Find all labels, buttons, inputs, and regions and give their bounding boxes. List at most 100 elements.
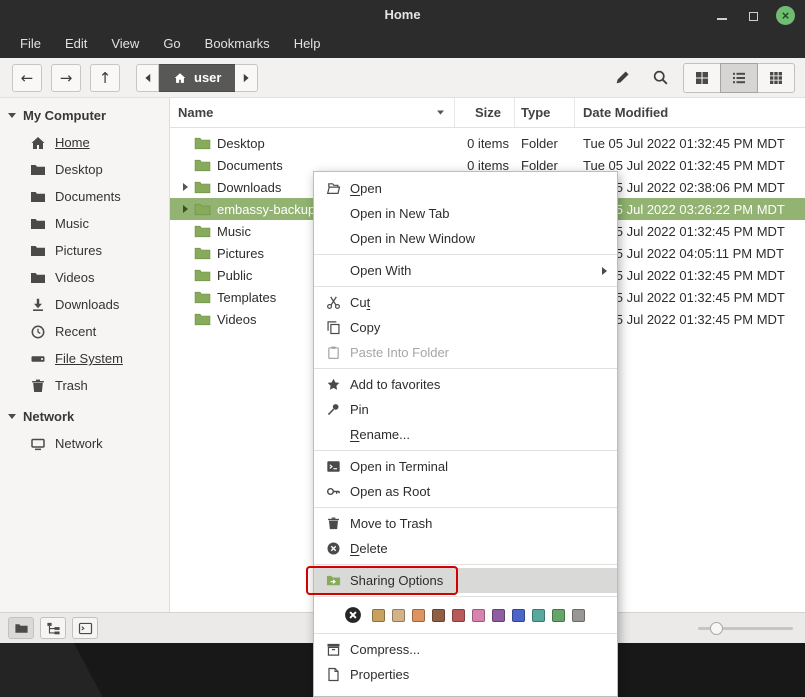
sidebar-item-pictures[interactable]: Pictures <box>0 237 169 264</box>
share-icon <box>324 573 342 589</box>
menu-item-cut[interactable]: Cut <box>314 290 617 315</box>
sidebar-item-label: Documents <box>55 189 121 204</box>
places-toggle-button[interactable] <box>8 617 34 639</box>
menu-item-open-as-root[interactable]: Open as Root <box>314 479 617 504</box>
breadcrumb-right-button[interactable] <box>235 64 258 92</box>
sidebar-item-file-system[interactable]: File System <box>0 345 169 372</box>
toggle-location-entry-icon <box>614 69 631 86</box>
menu-icon-slot <box>324 231 342 247</box>
sidebar-section-network[interactable]: Network <box>0 399 169 430</box>
menu-item-move-to-trash[interactable]: Move to Trash <box>314 511 617 536</box>
menubar-item-view[interactable]: View <box>99 30 151 58</box>
row-expander[interactable] <box>178 183 192 191</box>
sidebar-item-network[interactable]: Network <box>0 430 169 457</box>
compact-view-icon <box>768 70 784 86</box>
menu-item-label: Cut <box>350 295 370 310</box>
nav-buttons: ← → ↑ <box>12 64 120 92</box>
folder-color-swatch-7[interactable] <box>512 609 525 622</box>
icon-view-button[interactable] <box>683 63 721 93</box>
toggle-location-entry-button[interactable] <box>609 65 635 91</box>
sidebar-item-trash[interactable]: Trash <box>0 372 169 399</box>
menu-item-sharing-options[interactable]: Sharing Options <box>314 568 617 593</box>
trash-menu-icon <box>324 516 342 532</box>
icon-view-icon <box>694 70 710 86</box>
file-row-desktop[interactable]: Desktop0 itemsFolderTue 05 Jul 2022 01:3… <box>170 132 805 154</box>
trash-icon <box>30 378 46 394</box>
folder-green-icon <box>194 311 211 328</box>
menu-item-pin[interactable]: Pin <box>314 397 617 422</box>
column-header-label: Type <box>521 105 550 120</box>
folder-icon <box>30 243 46 259</box>
menu-item-open-in-terminal[interactable]: Open in Terminal <box>314 454 617 479</box>
folder-color-swatch-6[interactable] <box>492 609 505 622</box>
breadcrumb-segment-user[interactable]: user <box>159 64 235 92</box>
maximize-button[interactable] <box>745 7 761 23</box>
sidebar-item-videos[interactable]: Videos <box>0 264 169 291</box>
menubar-item-file[interactable]: File <box>8 30 53 58</box>
menu-item-delete[interactable]: Delete <box>314 536 617 561</box>
menu-item-paste-into-folder: Paste Into Folder <box>314 340 617 365</box>
sidebar-item-home[interactable]: Home <box>0 129 169 156</box>
zoom-knob[interactable] <box>710 622 723 635</box>
menu-item-open-in-new-window[interactable]: Open in New Window <box>314 226 617 251</box>
menubar-item-help[interactable]: Help <box>282 30 333 58</box>
menu-separator <box>314 286 617 287</box>
sidebar-item-music[interactable]: Music <box>0 210 169 237</box>
sidebar-section-my-computer[interactable]: My Computer <box>0 98 169 129</box>
menu-item-open-with[interactable]: Open With <box>314 258 617 283</box>
column-header-size[interactable]: Size <box>455 98 515 127</box>
compact-view-button[interactable] <box>757 63 795 93</box>
folder-color-swatch-8[interactable] <box>532 609 545 622</box>
menu-item-rename[interactable]: Rename... <box>314 422 617 447</box>
list-view-button[interactable] <box>720 63 758 93</box>
titlebar[interactable]: Home × <box>0 0 805 30</box>
menu-item-copy[interactable]: Copy <box>314 315 617 340</box>
menubar-item-go[interactable]: Go <box>151 30 192 58</box>
search-button[interactable] <box>647 65 673 91</box>
sidebar-item-desktop[interactable]: Desktop <box>0 156 169 183</box>
sort-desc-icon <box>435 107 446 118</box>
folder-green-icon <box>194 289 211 306</box>
menu-item-label: Open With <box>350 263 411 278</box>
recent-icon <box>30 324 46 340</box>
folder-color-swatch-9[interactable] <box>552 609 565 622</box>
folder-color-swatch-1[interactable] <box>392 609 405 622</box>
folder-color-swatch-3[interactable] <box>432 609 445 622</box>
sidebar-item-documents[interactable]: Documents <box>0 183 169 210</box>
menu-item-add-to-favorites[interactable]: Add to favorites <box>314 372 617 397</box>
folder-color-swatch-4[interactable] <box>452 609 465 622</box>
folder-color-swatch-0[interactable] <box>372 609 385 622</box>
breadcrumb-left-button[interactable] <box>136 64 159 92</box>
clear-folder-color-button[interactable] <box>344 606 362 624</box>
properties-icon <box>324 667 342 683</box>
column-header-date-modified[interactable]: Date Modified <box>575 98 805 127</box>
menu-item-compress[interactable]: Compress... <box>314 637 617 662</box>
terminal-toggle-button[interactable] <box>72 617 98 639</box>
up-button[interactable]: ↑ <box>90 64 120 92</box>
treeview-toggle-button[interactable] <box>40 617 66 639</box>
folder-color-swatch-5[interactable] <box>472 609 485 622</box>
column-header-type[interactable]: Type <box>515 98 575 127</box>
list-view-icon <box>731 70 747 86</box>
menu-item-properties[interactable]: Properties <box>314 662 617 687</box>
column-header-name[interactable]: Name <box>170 98 455 127</box>
sidebar-item-label: Trash <box>55 378 88 393</box>
menu-item-open-in-new-tab[interactable]: Open in New Tab <box>314 201 617 226</box>
menubar-item-edit[interactable]: Edit <box>53 30 99 58</box>
menu-item-open[interactable]: Open <box>314 176 617 201</box>
forward-button[interactable]: → <box>51 64 81 92</box>
folder-color-swatch-2[interactable] <box>412 609 425 622</box>
file-name-label: Videos <box>217 312 257 327</box>
file-modified-cell: Tue 05 Jul 2022 01:32:45 PM MDT <box>575 136 805 151</box>
sidebar-item-recent[interactable]: Recent <box>0 318 169 345</box>
folder-color-swatch-10[interactable] <box>572 609 585 622</box>
row-expander[interactable] <box>178 205 192 213</box>
zoom-slider[interactable] <box>698 613 793 643</box>
menu-item-label: Paste Into Folder <box>350 345 449 360</box>
submenu-arrow-icon <box>602 267 607 275</box>
sidebar-item-downloads[interactable]: Downloads <box>0 291 169 318</box>
menubar-item-bookmarks[interactable]: Bookmarks <box>193 30 282 58</box>
close-button[interactable]: × <box>776 6 795 25</box>
back-button[interactable]: ← <box>12 64 42 92</box>
minimize-button[interactable] <box>714 7 730 23</box>
